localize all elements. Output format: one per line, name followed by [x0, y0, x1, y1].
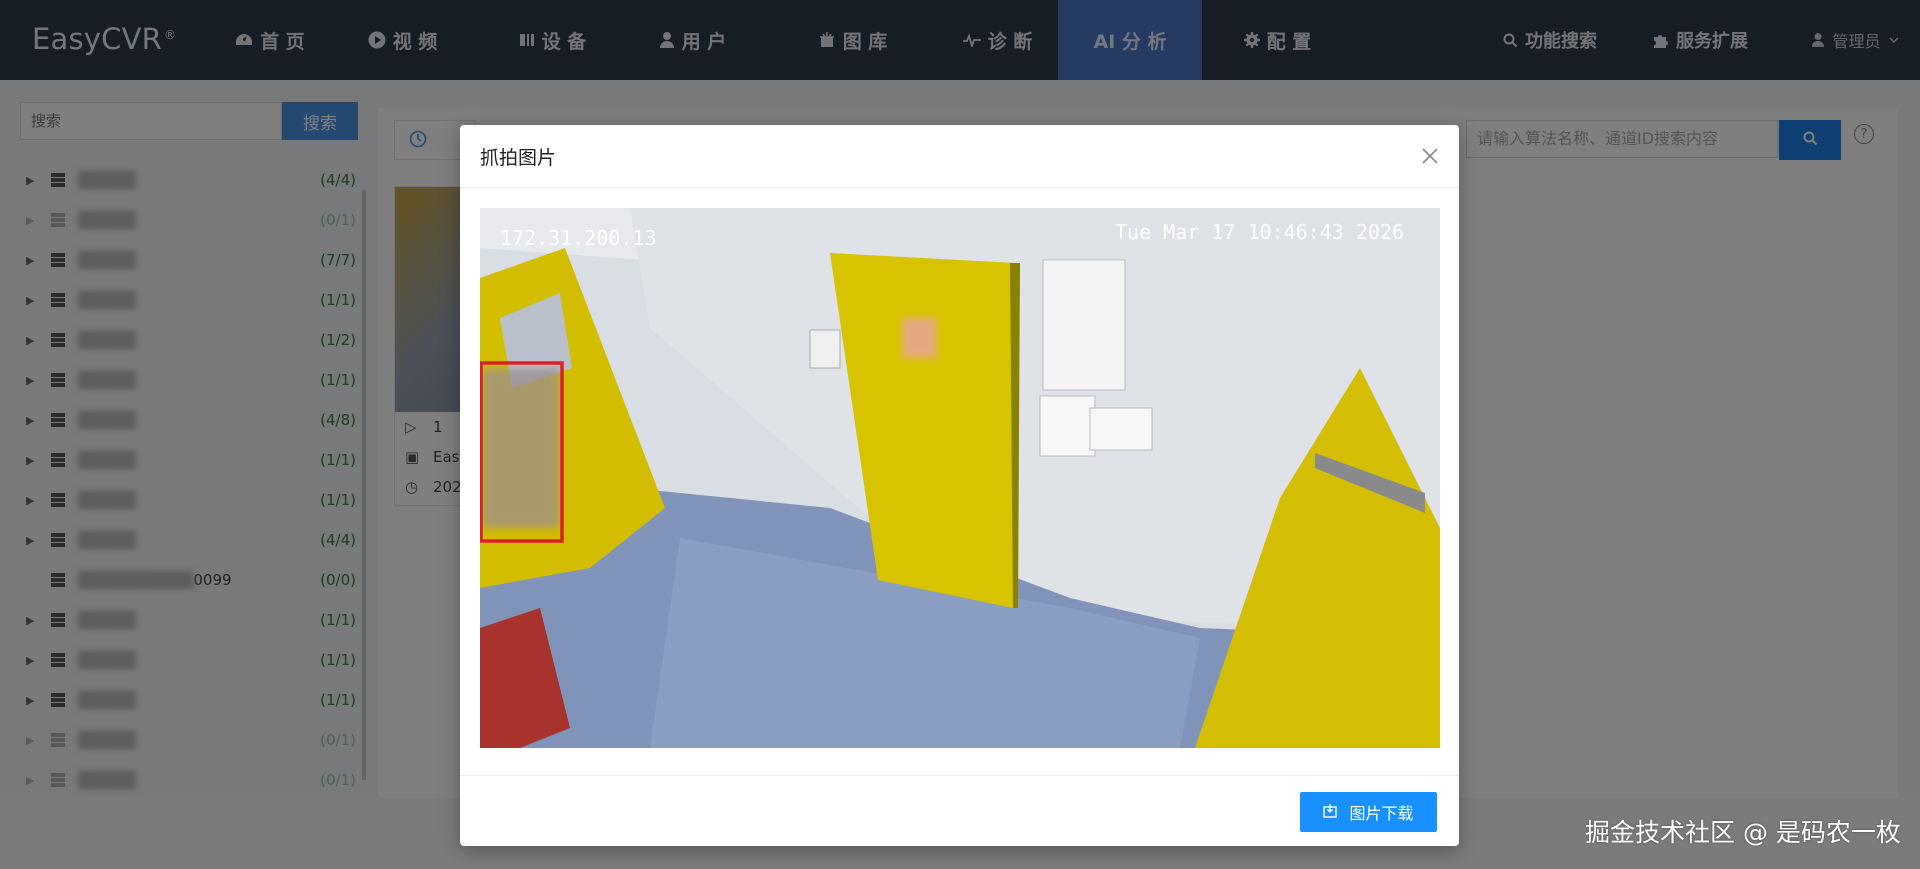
download-icon	[1323, 803, 1349, 822]
download-image-button[interactable]: 图片下载	[1300, 792, 1437, 832]
camera-timestamp-overlay: Tue Mar 17 10:46:43 2026	[1115, 220, 1404, 244]
close-icon[interactable]	[1419, 145, 1441, 167]
download-label: 图片下载	[1349, 804, 1414, 823]
snapshot-modal: 抓拍图片 172.31.200.13 Tue Mar 17 10:46:43 2…	[460, 125, 1459, 846]
modal-title: 抓拍图片	[480, 146, 557, 169]
modal-footer: 图片下载	[460, 775, 1459, 847]
camera-ip-overlay: 172.31.200.13	[500, 226, 657, 250]
snapshot-image: 172.31.200.13 Tue Mar 17 10:46:43 2026	[480, 208, 1440, 748]
watermark-text: 掘金技术社区 @ 是码农一枚	[1585, 818, 1901, 847]
snapshot-scene: 172.31.200.13 Tue Mar 17 10:46:43 2026	[480, 208, 1440, 748]
modal-header: 抓拍图片	[460, 125, 1459, 188]
